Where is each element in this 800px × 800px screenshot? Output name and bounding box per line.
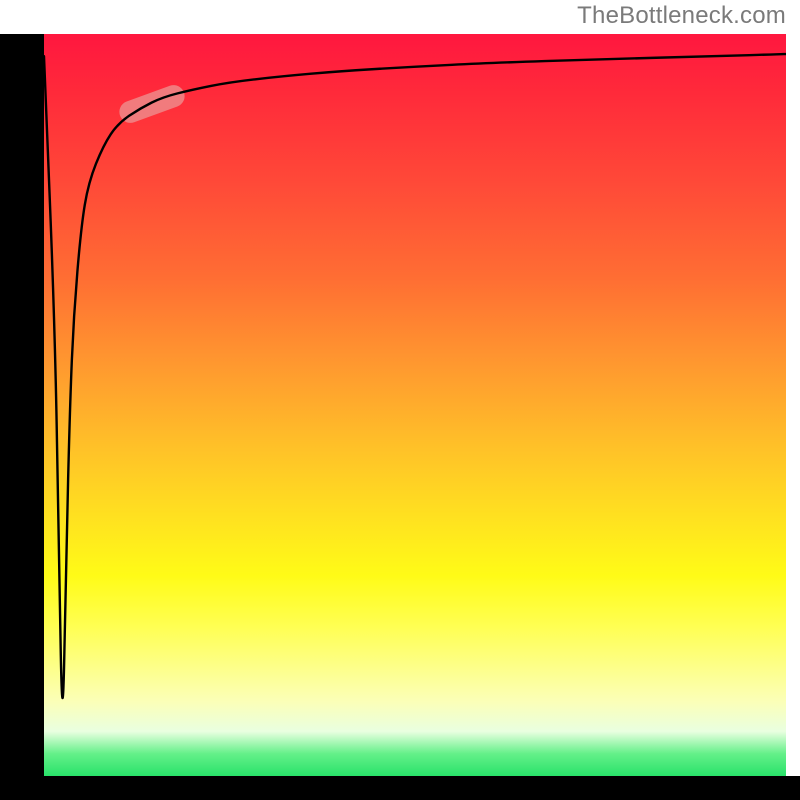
axis-left-frame bbox=[0, 34, 44, 800]
bottleneck-curve bbox=[44, 34, 786, 776]
chart-container: TheBottleneck.com bbox=[0, 0, 800, 800]
axis-bottom-frame bbox=[0, 776, 800, 800]
plot-area bbox=[44, 34, 786, 776]
watermark-text: TheBottleneck.com bbox=[577, 2, 786, 30]
